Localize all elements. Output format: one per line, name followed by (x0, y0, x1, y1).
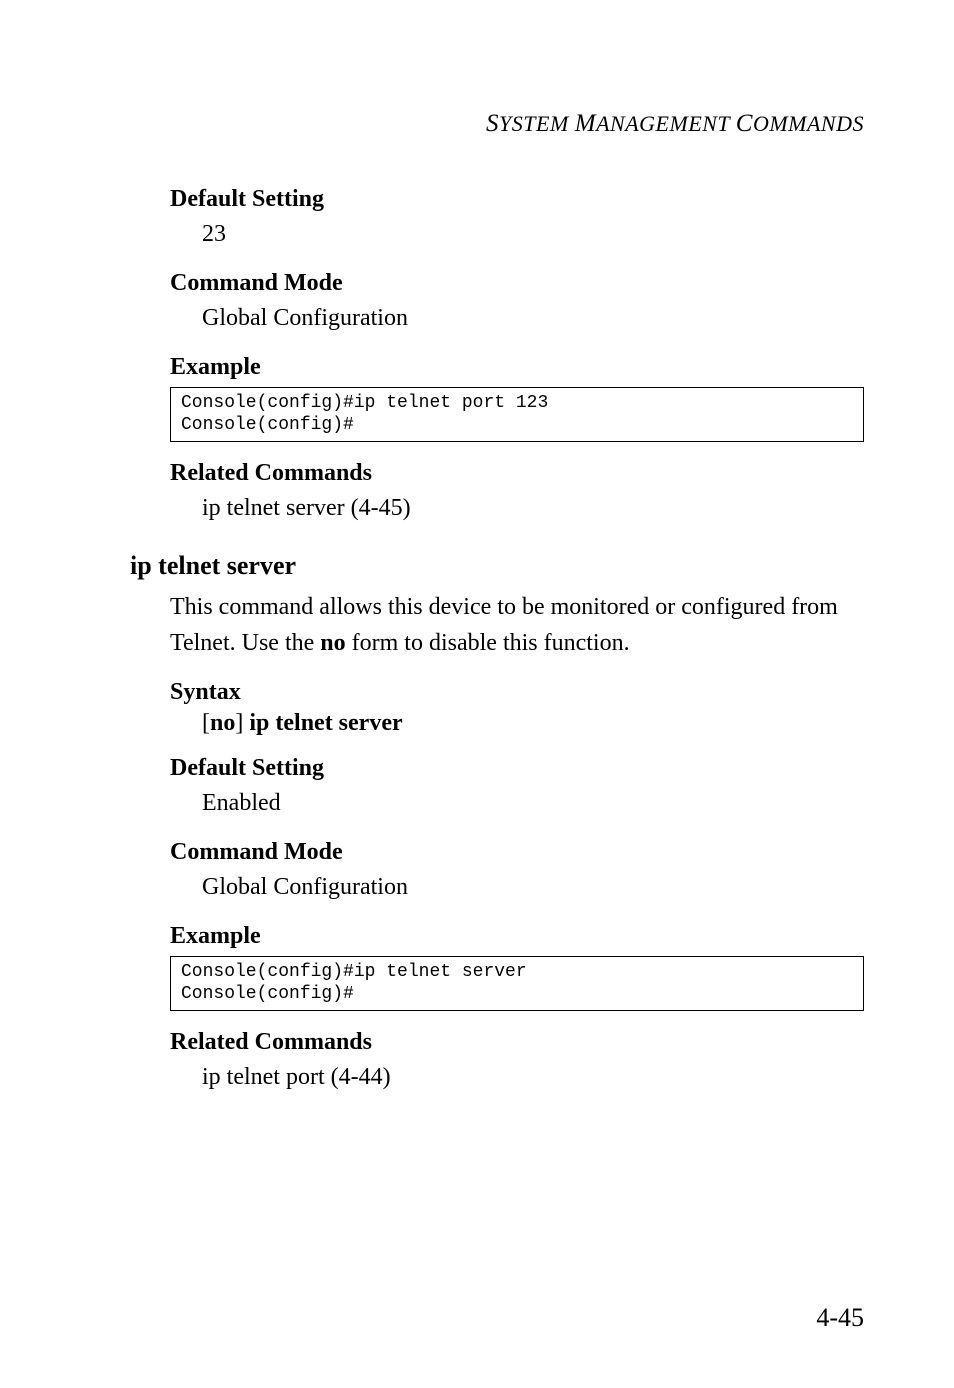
desc-post: form to disable this function. (346, 630, 630, 656)
syntax-cmd: ip telnet server (249, 710, 402, 736)
code-example-1: Console(config)#ip telnet port 123 Conso… (170, 387, 864, 442)
desc-no: no (320, 630, 345, 656)
heading-syntax: Syntax (170, 679, 864, 706)
header-word-2: M (575, 110, 596, 137)
code-example-2: Console(config)#ip telnet server Console… (170, 956, 864, 1011)
page-number: 4-45 (816, 1303, 864, 1333)
default-value-2: Enabled (202, 786, 864, 821)
related-value-2: ip telnet port (4-44) (202, 1060, 864, 1095)
heading-related-2: Related Commands (170, 1029, 864, 1056)
heading-default-setting-1: Default Setting (170, 186, 864, 213)
header-word-1: S (486, 110, 499, 137)
heading-example-2: Example (170, 923, 864, 950)
syntax-bracket-open: [ (202, 710, 210, 736)
heading-default-setting-2: Default Setting (170, 755, 864, 782)
syntax-no: no (210, 710, 235, 736)
default-value-1: 23 (202, 217, 864, 252)
command-mode-value-1: Global Configuration (202, 301, 864, 336)
running-header: SYSTEM MANAGEMENT COMMANDS (130, 110, 864, 138)
command-description: This command allows this device to be mo… (170, 589, 864, 661)
command-title: ip telnet server (130, 551, 864, 581)
related-value-1: ip telnet server (4-45) (202, 491, 864, 526)
heading-command-mode-2: Command Mode (170, 839, 864, 866)
heading-related-1: Related Commands (170, 460, 864, 487)
heading-example-1: Example (170, 354, 864, 381)
syntax-bracket-close: ] (235, 710, 249, 736)
header-word-3: C (736, 110, 753, 137)
syntax-line: [no] ip telnet server (202, 710, 864, 737)
heading-command-mode-1: Command Mode (170, 270, 864, 297)
command-mode-value-2: Global Configuration (202, 870, 864, 905)
